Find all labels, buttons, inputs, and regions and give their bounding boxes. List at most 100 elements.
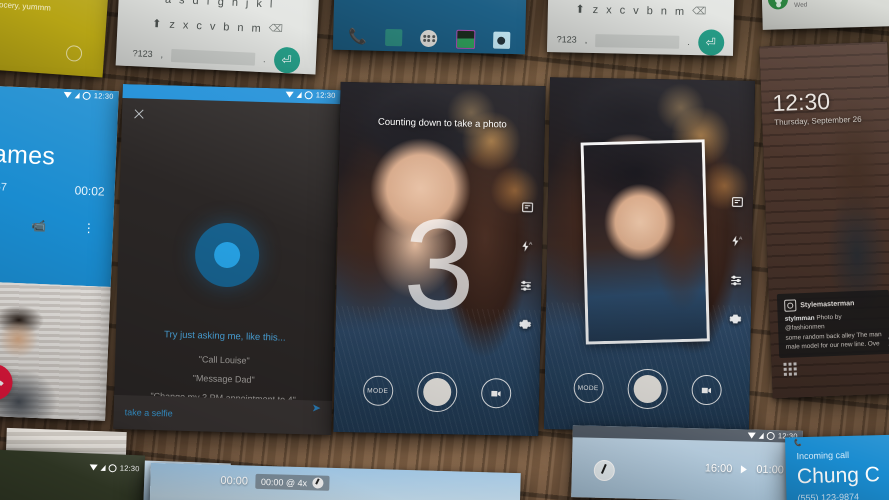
- note-card-screen[interactable]: local grocery, yummm: [0, 0, 110, 78]
- sms-icon[interactable]: [385, 28, 403, 47]
- slowmo-clip-pill[interactable]: 00:00 @ 4x: [254, 473, 330, 491]
- backspace-icon[interactable]: ⌫: [692, 6, 706, 17]
- signal-icon: [100, 464, 106, 471]
- period-key[interactable]: .: [263, 54, 266, 64]
- hdr-icon[interactable]: [521, 201, 534, 214]
- keyboard-home-row[interactable]: a s d f g h j k l: [118, 0, 318, 13]
- all-apps-icon[interactable]: [420, 29, 438, 48]
- filters-icon[interactable]: [729, 273, 742, 286]
- mode-button[interactable]: MODE: [572, 372, 604, 404]
- key-h[interactable]: h: [232, 0, 239, 9]
- voice-suggestion[interactable]: "Message Dad": [115, 371, 333, 387]
- enter-icon[interactable]: ⏎: [697, 29, 725, 56]
- flash-auto-icon[interactable]: A: [520, 240, 533, 253]
- app-dock[interactable]: 📞: [333, 27, 525, 51]
- all-apps-icon[interactable]: [783, 362, 797, 376]
- keyboard-space-row[interactable]: ?123 , . ⏎: [547, 26, 734, 56]
- svg-text:A: A: [739, 235, 743, 241]
- symbols-key[interactable]: ?123: [132, 48, 152, 59]
- key-s[interactable]: s: [179, 0, 185, 6]
- photos-icon[interactable]: [455, 29, 475, 50]
- key-l[interactable]: l: [270, 0, 273, 10]
- key-b[interactable]: b: [647, 5, 653, 17]
- voice-input-bar[interactable]: take a selfie: [113, 394, 333, 435]
- camera-face-detect-screen[interactable]: A MODE: [543, 77, 756, 433]
- video-player-screen[interactable]: 12:30 16:00 01:00: [571, 425, 803, 500]
- backspace-icon[interactable]: ⌫: [268, 23, 283, 35]
- settings-gear-icon[interactable]: [519, 318, 532, 331]
- video-current-time: 01:00: [756, 463, 785, 477]
- voice-orb-icon[interactable]: [194, 222, 261, 288]
- voice-input-value[interactable]: take a selfie: [125, 407, 173, 418]
- key-g[interactable]: g: [217, 0, 224, 8]
- key-m[interactable]: m: [251, 22, 261, 34]
- notification-card[interactable]: Stylemasterman stylmman Photo by @fashio…: [776, 289, 889, 359]
- shift-icon[interactable]: ⬆: [152, 17, 162, 30]
- filters-icon[interactable]: [519, 279, 532, 292]
- keyboard-bottom-row[interactable]: ⬆ z x c v b n m ⌫: [117, 15, 317, 37]
- speed-dial-icon[interactable]: [593, 459, 616, 482]
- hdr-icon[interactable]: [731, 195, 744, 208]
- key-z[interactable]: z: [169, 18, 175, 30]
- video-call-icon[interactable]: 📹: [31, 219, 47, 234]
- comma-key[interactable]: ,: [585, 35, 588, 45]
- space-key[interactable]: [170, 48, 256, 66]
- play-icon[interactable]: [741, 465, 748, 474]
- shutter-button[interactable]: [416, 371, 458, 413]
- key-d[interactable]: d: [192, 0, 199, 7]
- voice-assistant-screen[interactable]: 12:30 Try just asking me, like this... "…: [113, 84, 341, 435]
- key-c[interactable]: c: [620, 4, 626, 16]
- dark-app-strip[interactable]: 12:30: [0, 448, 146, 500]
- mode-button[interactable]: MODE: [362, 375, 394, 407]
- speed-dial-icon[interactable]: [311, 477, 324, 489]
- symbols-key[interactable]: ?123: [557, 34, 577, 44]
- key-a[interactable]: a: [165, 0, 172, 6]
- keyboard-bottom-row[interactable]: ⬆ z x c v b n m ⌫: [548, 2, 734, 19]
- overflow-menu-icon[interactable]: ⋮: [82, 221, 95, 235]
- period-key[interactable]: .: [687, 37, 690, 47]
- key-x[interactable]: x: [606, 4, 612, 16]
- key-x[interactable]: x: [183, 19, 189, 31]
- key-z[interactable]: z: [593, 3, 599, 15]
- key-v[interactable]: v: [210, 20, 216, 32]
- record-icon[interactable]: [65, 44, 83, 62]
- camera-icon[interactable]: [492, 31, 511, 49]
- camera-side-controls[interactable]: A: [729, 195, 744, 325]
- settings-gear-icon[interactable]: [729, 312, 742, 325]
- shutter-button[interactable]: [626, 368, 668, 410]
- camera-side-controls[interactable]: A: [519, 201, 535, 331]
- keyboard-left-screen[interactable]: a s d f g h j k l ⬆ z x c v b n m ⌫ ?123…: [115, 0, 321, 75]
- video-record-button[interactable]: [480, 377, 512, 409]
- key-n[interactable]: n: [661, 5, 667, 17]
- key-j[interactable]: j: [246, 0, 249, 9]
- active-call-screen[interactable]: 12:30 James -4567 00:02 ⠿ 📹 ⋮: [0, 85, 119, 421]
- key-n[interactable]: n: [237, 21, 244, 33]
- key-b[interactable]: b: [223, 21, 230, 33]
- incoming-call-label: Incoming call: [796, 449, 850, 462]
- camera-controls[interactable]: MODE: [334, 370, 540, 414]
- keyboard-right-screen[interactable]: ⬆ z x c v b n m ⌫ ?123 , . ⏎: [546, 0, 736, 56]
- key-f[interactable]: f: [206, 0, 210, 8]
- slowmo-timeline-row[interactable]: 00:00 00:00 @ 4x: [220, 473, 330, 491]
- flash-auto-icon[interactable]: A: [730, 234, 743, 247]
- key-k[interactable]: k: [256, 0, 262, 10]
- send-icon[interactable]: ➤: [311, 402, 321, 414]
- key-m[interactable]: m: [675, 5, 684, 17]
- lock-screen[interactable]: 12:30 Thursday, September 26 Stylemaster…: [759, 41, 889, 399]
- message-card-screen[interactable]: (555) 123-4567 Oh no! Where was I at? We…: [761, 0, 889, 30]
- incoming-call-screen[interactable]: 📞 Incoming call Chung C (555) 123-9874: [785, 434, 889, 500]
- space-key[interactable]: [595, 33, 680, 49]
- key-c[interactable]: c: [196, 20, 202, 32]
- video-record-button[interactable]: [690, 374, 722, 406]
- close-icon[interactable]: [133, 108, 145, 120]
- camera-countdown-screen[interactable]: Counting down to take a photo 3 A MODE: [333, 81, 546, 437]
- phone-icon[interactable]: 📞: [348, 28, 367, 45]
- shift-icon[interactable]: ⬆: [575, 3, 584, 16]
- chat-dock-screen[interactable]: Hm... Do you know what I mean? 📞: [332, 0, 528, 55]
- call-actions[interactable]: ⠿ 📹 ⋮: [0, 216, 113, 236]
- voice-suggestion[interactable]: "Call Louise": [115, 352, 333, 368]
- comma-key[interactable]: ,: [160, 49, 163, 59]
- camera-controls[interactable]: MODE: [544, 367, 750, 411]
- enter-icon[interactable]: ⏎: [273, 46, 301, 74]
- key-v[interactable]: v: [633, 4, 639, 16]
